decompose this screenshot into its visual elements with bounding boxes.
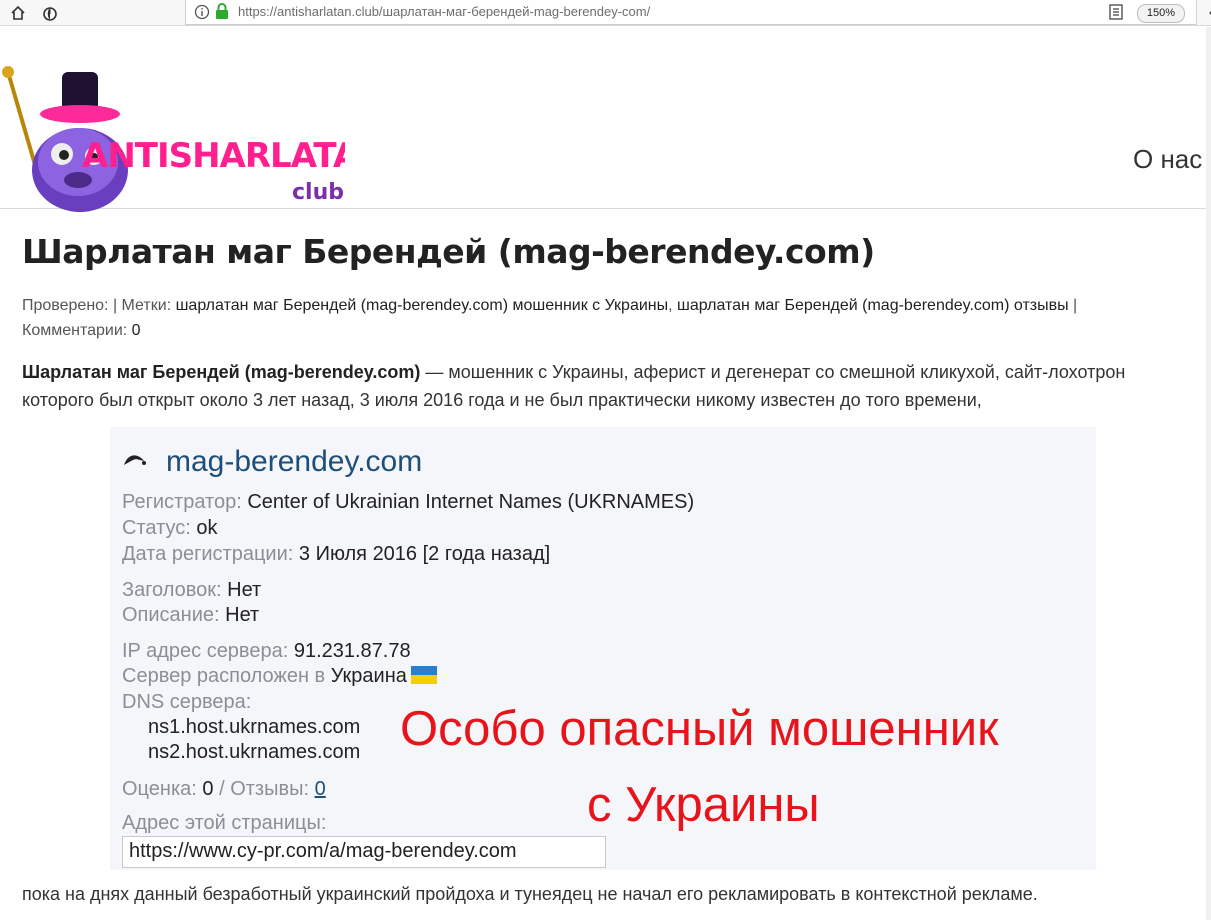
dns-row: DNS сервера:	[122, 691, 251, 714]
status-label: Статус:	[122, 517, 191, 539]
status-row: Статус: ok	[122, 517, 217, 540]
article-intro: Шарлатан маг Берендей (mag-berendey.com)…	[22, 358, 1182, 414]
whois-domain: mag-berendey.com	[166, 445, 423, 478]
dns-server-1: ns1.host.ukrnames.com	[148, 716, 361, 738]
description-value: Нет	[225, 604, 260, 626]
heading-value: Нет	[227, 579, 262, 601]
nav-link-about[interactable]: О нас	[1133, 144, 1202, 175]
overflow-icon[interactable]	[1201, 3, 1211, 23]
whois-screenshot-image: mag-berendey.com Регистратор: Center of …	[110, 427, 1096, 870]
registrar-row: Регистратор: Center of Ukrainian Interne…	[122, 491, 694, 514]
reg-date-value: 3 Июля 2016 [2 года назад]	[298, 543, 551, 565]
lock-icon	[215, 3, 229, 25]
registrar-value: Center of Ukrainian Internet Names (UKRN…	[247, 491, 695, 513]
dns-server-2: ns2.host.ukrnames.com	[148, 741, 361, 763]
article-title: Шарлатан маг Берендей (mag-berendey.com)	[22, 232, 875, 271]
domain-favicon-icon	[122, 451, 150, 476]
reg-date-label: Дата регистрации:	[122, 543, 294, 565]
status-value: ok	[196, 517, 218, 539]
page-address-label: Адрес этой страницы:	[122, 812, 327, 834]
location-value: Украина	[330, 665, 407, 687]
location-row: Сервер расположен в Украина	[122, 665, 437, 688]
warning-text-line-1: Особо опасный мошенник	[400, 702, 999, 756]
ukraine-flag-icon	[410, 666, 437, 684]
home-icon[interactable]	[8, 3, 28, 23]
rating-value: 0	[202, 778, 214, 800]
dns-label: DNS сервера:	[122, 691, 252, 713]
info-icon[interactable]	[194, 4, 210, 25]
ip-label: IP адрес сервера:	[122, 640, 289, 662]
rating-label: Оценка:	[122, 778, 197, 800]
browser-toolbar: https://antisharlatan.club/шарлатан-маг-…	[0, 0, 1211, 26]
comments-label: Комментарии:	[22, 322, 128, 339]
zoom-level-badge[interactable]: 150%	[1137, 4, 1185, 23]
url-text: https://antisharlatan.club/шарлатан-маг-…	[238, 4, 650, 19]
reader-view-icon[interactable]	[1109, 4, 1123, 25]
registrar-label: Регистратор:	[122, 491, 242, 513]
location-label: Сервер расположен в	[122, 665, 326, 687]
tag-link-2[interactable]: шарлатан маг Берендей (mag-berendey.com)…	[677, 297, 1069, 314]
heading-label: Заголовок:	[122, 579, 222, 601]
address-bar[interactable]: https://antisharlatan.club/шарлатан-маг-…	[185, 0, 1197, 25]
ip-row: IP адрес сервера: 91.231.87.78	[122, 640, 411, 663]
site-header: ANTISHARLATAN club О нас	[0, 27, 1211, 212]
article-meta: Проверено: | Метки: шарлатан маг Беренде…	[22, 297, 1078, 339]
tags-label: Метки:	[121, 297, 172, 314]
tag-link-1[interactable]: шарлатан маг Берендей (mag-berendey.com)…	[176, 297, 669, 314]
page-address-row: Адрес этой страницы:	[122, 812, 326, 835]
page-address-field: https://www.cy-pr.com/a/mag-berendey.com	[122, 836, 606, 868]
comments-count-link[interactable]: 0	[132, 322, 141, 339]
checked-label: Проверено:	[22, 297, 109, 314]
reviews-label: / Отзывы:	[219, 778, 310, 800]
page-scrollbar[interactable]	[1206, 27, 1211, 920]
description-label: Описание:	[122, 604, 220, 626]
reg-date-row: Дата регистрации: 3 Июля 2016 [2 года на…	[122, 543, 550, 566]
privacy-icon[interactable]	[40, 3, 60, 23]
reviews-link: 0	[314, 778, 326, 800]
heading-row: Заголовок: Нет	[122, 579, 261, 602]
svg-text:ANTISHARLATAN: ANTISHARLATAN	[82, 136, 345, 176]
site-logo[interactable]: ANTISHARLATAN club	[0, 62, 387, 237]
rating-row: Оценка: 0 / Отзывы: 0	[122, 778, 326, 801]
warning-text-line-2: с Украины	[587, 778, 820, 832]
article-outro: пока на днях данный безработный украинск…	[22, 884, 1038, 904]
url-host: https://antisharlatan.club	[238, 4, 379, 19]
intro-bold-text: Шарлатан маг Берендей (mag-berendey.com)	[22, 362, 421, 382]
svg-text:club: club	[292, 180, 344, 205]
description-row: Описание: Нет	[122, 604, 259, 627]
url-path: /шарлатан-маг-берендей-mag-berendey-com/	[378, 4, 651, 19]
ip-value: 91.231.87.78	[293, 640, 411, 662]
